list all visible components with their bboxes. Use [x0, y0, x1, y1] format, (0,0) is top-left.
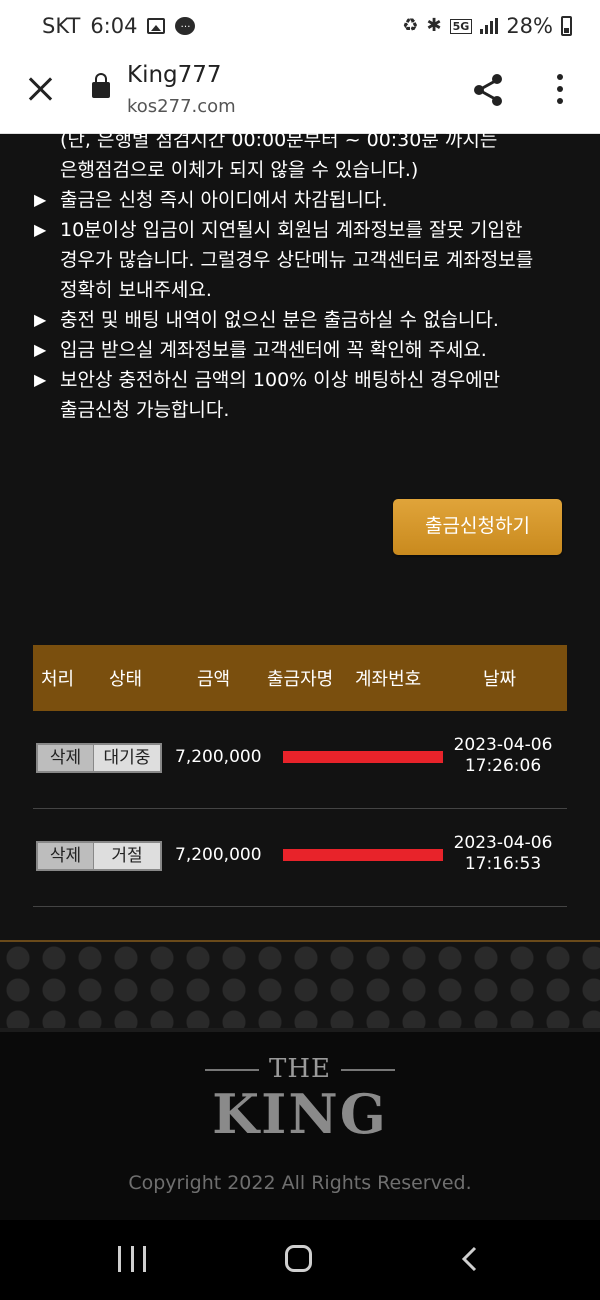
notice-item-continuation: 경우가 많습니다. 그럴경우 상단메뉴 고객센터로 계좌정보를: [60, 249, 534, 271]
row-actions: 삭제 거절: [36, 841, 162, 871]
column-header: 출금자명: [267, 669, 334, 690]
notice-item-continuation: 정확히 보내주세요.: [60, 279, 212, 301]
decorative-pattern: [0, 940, 600, 1028]
footer: THE KING Copyright 2022 All Rights Reser…: [0, 1028, 600, 1220]
bullet-icon: ▶: [34, 220, 47, 239]
bluetooth-icon: ✱: [426, 15, 442, 36]
system-nav-bar: [0, 1220, 600, 1300]
close-icon[interactable]: [26, 74, 56, 104]
chat-notification-icon: …: [175, 17, 196, 35]
withdraw-request-button[interactable]: 출금신청하기: [393, 499, 562, 555]
table-row: 삭제 거절 7,200,000 2023-04-06 17:16:53: [33, 809, 567, 907]
notice-item: ▶ 입금 받으실 계좌정보를 고객센터에 꼭 확인해 주세요.: [34, 335, 574, 365]
bullet-icon: ▶: [34, 370, 47, 389]
clock: 6:04: [90, 14, 138, 38]
notice-item: ▶ 충전 및 배팅 내역이 없으신 분은 출금하실 수 없습니다.: [34, 305, 574, 335]
status-badge: 대기중: [94, 745, 160, 771]
back-icon[interactable]: [460, 1246, 480, 1272]
notice-item: ▶ 10분이상 입금이 지연될시 회원님 계좌정보를 잘못 기입한: [34, 215, 574, 245]
battery-saver-icon: ♻: [402, 15, 419, 36]
table-row: 삭제 대기중 7,200,000 2023-04-06 17:26:06: [33, 711, 567, 809]
redacted-account-info: [283, 849, 443, 861]
site-title: King777: [127, 62, 222, 88]
carrier-label: SKT: [42, 14, 81, 38]
logo-the: THE: [0, 1054, 600, 1084]
notice-list: (단, 은행별 점검시간 00:00분부터 ~ 00:30분 까지는 은행점검으…: [34, 125, 574, 425]
withdraw-page: (단, 은행별 점검시간 00:00분부터 ~ 00:30분 까지는 은행점검으…: [0, 129, 600, 940]
column-header: 금액: [197, 669, 231, 690]
notice-item-continuation: 출금신청 가능합니다.: [60, 399, 230, 421]
notice-line: (단, 은행별 점검시간 00:00분부터 ~ 00:30분 까지는: [60, 129, 498, 151]
signal-icon: [480, 18, 499, 34]
bullet-icon: ▶: [34, 340, 47, 359]
notice-item: ▶ 출금은 신청 즉시 아이디에서 차감됩니다.: [34, 185, 574, 215]
browser-toolbar: King777 kos277.com: [0, 52, 600, 134]
column-header: 상태: [109, 669, 143, 690]
battery-icon: [561, 16, 572, 36]
battery-percent: 28%: [506, 14, 553, 38]
column-header: 계좌번호: [355, 669, 422, 690]
lock-icon[interactable]: [92, 73, 110, 98]
status-badge: 거절: [94, 843, 160, 869]
redacted-account-info: [283, 751, 443, 763]
network-type: 5G: [449, 18, 473, 34]
notice-line: 은행점검으로 이체가 되지 않을 수 있습니다.): [60, 159, 419, 181]
amount-cell: 7,200,000: [175, 747, 262, 767]
home-icon[interactable]: [285, 1245, 312, 1272]
bullet-icon: ▶: [34, 190, 47, 209]
date-cell: 2023-04-06 17:26:06: [453, 735, 553, 776]
more-options-icon[interactable]: [548, 74, 572, 110]
history-table-header: 처리 상태 금액 출금자명 계좌번호 날짜: [33, 645, 567, 711]
column-header: 처리: [41, 669, 75, 690]
notice-item: ▶ 보안상 충전하신 금액의 100% 이상 배팅하신 경우에만: [34, 365, 574, 395]
share-icon[interactable]: [470, 72, 506, 108]
amount-cell: 7,200,000: [175, 845, 262, 865]
recent-apps-icon[interactable]: [118, 1246, 146, 1272]
column-header: 날짜: [483, 669, 517, 690]
row-actions: 삭제 대기중: [36, 743, 162, 773]
delete-button[interactable]: 삭제: [38, 745, 94, 771]
gallery-notification-icon: [147, 18, 166, 34]
delete-button[interactable]: 삭제: [38, 843, 94, 869]
status-bar: SKT 6:04 … ♻ ✱ 5G 28%: [0, 0, 600, 52]
site-url[interactable]: kos277.com: [127, 96, 236, 117]
copyright-text: Copyright 2022 All Rights Reserved.: [128, 1172, 472, 1194]
date-cell: 2023-04-06 17:16:53: [453, 833, 553, 874]
logo-king: KING: [212, 1082, 388, 1146]
bullet-icon: ▶: [34, 310, 47, 329]
